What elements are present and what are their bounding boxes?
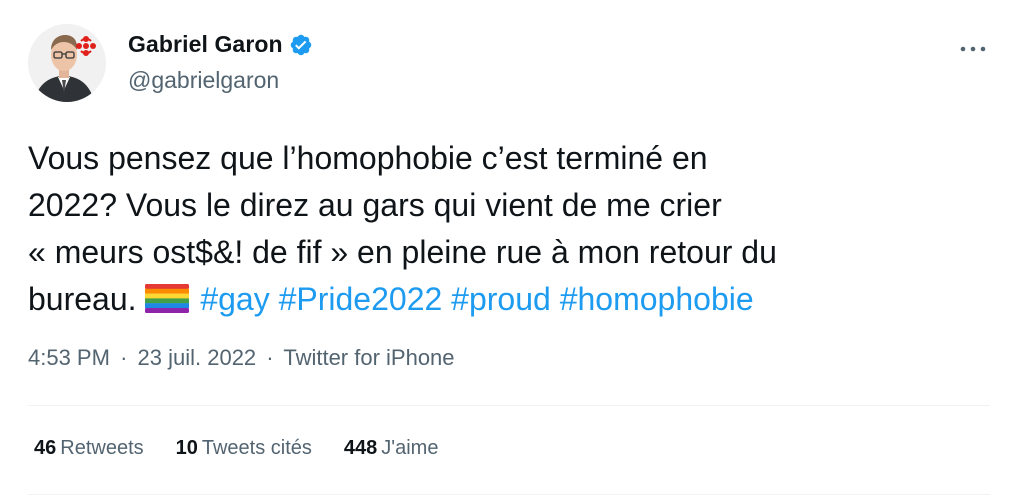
hashtag-link[interactable]: #gay — [200, 281, 269, 317]
hashtag-link[interactable]: #Pride2022 — [279, 281, 443, 317]
quote-tweets-count: 10 — [175, 437, 198, 459]
hashtags: #gay #Pride2022 #proud #homophobie — [200, 281, 753, 317]
tweet-date[interactable]: 23 juil. 2022 — [138, 345, 257, 370]
tweet-text: Vous pensez que l’homophobie c’est termi… — [28, 135, 988, 323]
divider — [28, 494, 990, 495]
tweet-line: « meurs ost$&! de fif » en pleine rue à … — [28, 234, 777, 270]
tweet-stats: 46 Retweets 10 Tweets cités 448 J'aime — [34, 437, 470, 460]
quote-tweets-stat[interactable]: 10 Tweets cités — [176, 437, 312, 460]
retweets-count: 46 — [34, 437, 57, 459]
verified-badge-icon — [290, 34, 311, 55]
meta-separator: · — [266, 345, 274, 370]
tweet-line: Vous pensez que l’homophobie c’est termi… — [28, 140, 708, 176]
hashtag-link[interactable]: #homophobie — [560, 281, 754, 317]
meta-separator: · — [120, 345, 128, 370]
more-options-icon[interactable] — [956, 38, 990, 60]
handle[interactable]: @gabrielgaron — [128, 67, 279, 94]
author-name-row[interactable]: Gabriel Garon — [128, 31, 313, 58]
hashtag-link[interactable]: #proud — [451, 281, 551, 317]
likes-label: J'aime — [381, 437, 439, 459]
avatar-photo-icon — [28, 24, 106, 102]
rainbow-flag-icon — [145, 284, 190, 313]
retweets-stat[interactable]: 46 Retweets — [34, 437, 144, 460]
display-name[interactable]: Gabriel Garon — [128, 31, 283, 58]
quote-tweets-label: Tweets cités — [201, 437, 312, 459]
tweet-header: Gabriel Garon @gabrielgaron — [28, 24, 998, 108]
tweet-line-text: bureau. — [28, 281, 137, 317]
tweet-time[interactable]: 4:53 PM — [28, 345, 110, 370]
divider — [28, 405, 990, 406]
avatar[interactable] — [28, 24, 106, 102]
retweets-label: Retweets — [60, 437, 144, 459]
tweet-source-link[interactable]: Twitter for iPhone — [283, 345, 454, 370]
tweet-line: 2022? Vous le direz au gars qui vient de… — [28, 187, 722, 223]
likes-count: 448 — [343, 437, 378, 459]
likes-stat[interactable]: 448 J'aime — [344, 437, 439, 460]
tweet-line-last: bureau. #gay #Pride2022 #proud #homophob… — [28, 276, 988, 323]
tweet-meta: 4:53 PM · 23 juil. 2022 · Twitter for iP… — [28, 345, 455, 371]
